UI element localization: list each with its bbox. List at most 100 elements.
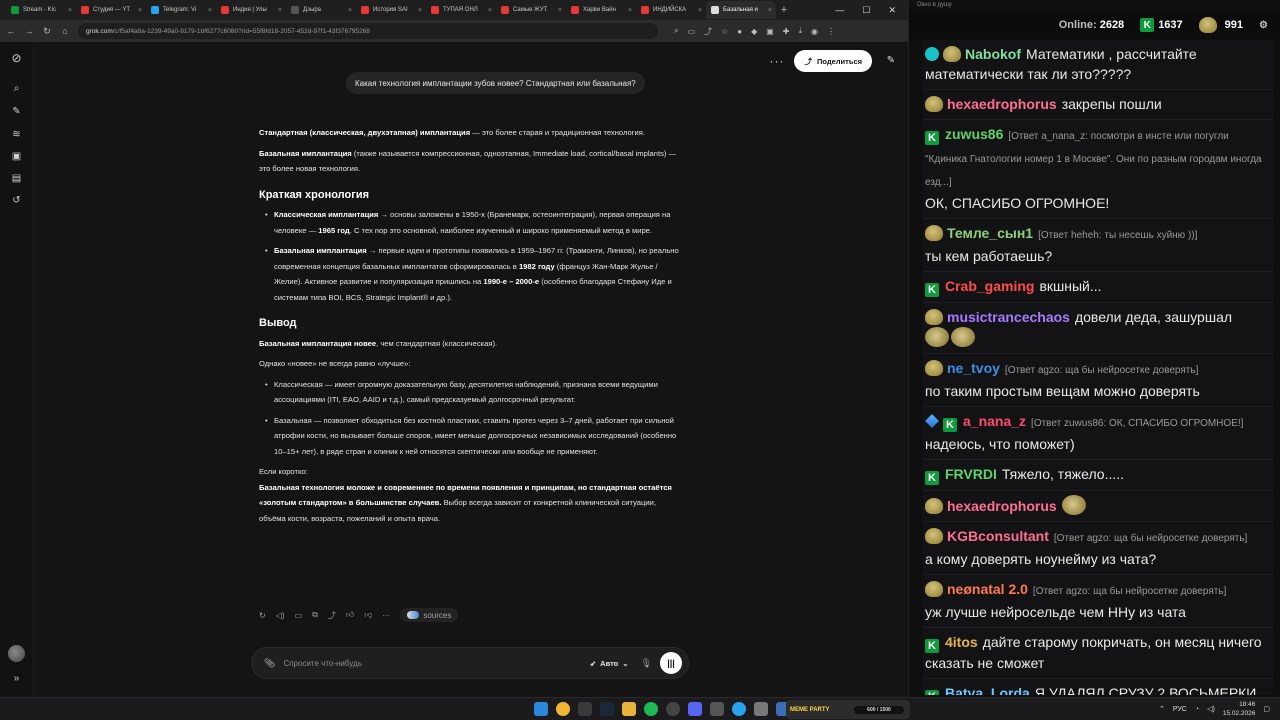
close-tab-icon[interactable]: × bbox=[628, 7, 632, 14]
close-tab-icon[interactable]: × bbox=[138, 7, 142, 14]
wifi-icon[interactable]: ◔ bbox=[1195, 706, 1199, 713]
chat-nick[interactable]: KGBconsultant bbox=[947, 528, 1049, 544]
new-tab-icon[interactable]: + bbox=[776, 4, 792, 16]
chat-nick[interactable]: hexaedrophorus bbox=[947, 498, 1057, 514]
bookmark-star-icon[interactable]: ☆ bbox=[721, 27, 728, 36]
close-tab-icon[interactable]: × bbox=[278, 7, 282, 14]
share-button[interactable]: ⤴ Поделиться bbox=[794, 50, 872, 72]
close-tab-icon[interactable]: × bbox=[698, 7, 702, 14]
close-tab-icon[interactable]: × bbox=[418, 7, 422, 14]
thumbs-up-icon[interactable]: 👍︎ bbox=[346, 610, 354, 620]
reload-icon[interactable]: ↻ bbox=[42, 26, 52, 37]
minimize-icon[interactable]: — bbox=[835, 5, 844, 16]
cast-icon[interactable]: ▭ bbox=[687, 27, 695, 36]
search-icon[interactable]: ⌕ bbox=[10, 82, 23, 95]
imagine-icon[interactable]: ▣ bbox=[10, 150, 23, 163]
more-options-icon[interactable]: ··· bbox=[769, 54, 784, 68]
chat-nick[interactable]: ne_tvoy bbox=[947, 360, 1000, 376]
browser-tab[interactable]: Студия — YT × bbox=[76, 1, 146, 19]
new-chat-icon[interactable]: ✎ bbox=[882, 52, 900, 70]
mode-selector[interactable]: ➶ Авто ⌄ bbox=[590, 659, 629, 668]
obs-icon[interactable] bbox=[666, 702, 680, 716]
download-icon[interactable]: ⤓ bbox=[798, 26, 802, 36]
regenerate-icon[interactable]: ↻ bbox=[259, 611, 266, 620]
sources-button[interactable]: sources bbox=[400, 608, 459, 622]
chat-nick[interactable]: Crab_gaming bbox=[945, 278, 1034, 294]
browser-tab[interactable]: История SAI × bbox=[356, 1, 426, 19]
chat-nick[interactable]: musictrancechaos bbox=[947, 309, 1070, 325]
notifications-icon[interactable]: ▢ bbox=[1263, 705, 1270, 713]
puzzle-icon[interactable]: ✚ bbox=[783, 27, 790, 36]
tray-chevron-icon[interactable]: ⌃ bbox=[1159, 705, 1165, 713]
extension-icon[interactable]: ◆ bbox=[751, 27, 757, 36]
chat-nick[interactable]: zuwus86 bbox=[945, 126, 1003, 142]
telegram-icon[interactable] bbox=[732, 702, 746, 716]
browser-tab[interactable]: Telegram: Vi × bbox=[146, 1, 216, 19]
projects-icon[interactable]: ▤ bbox=[10, 172, 23, 185]
menu-icon[interactable]: ⋮ bbox=[827, 27, 835, 36]
steam-icon[interactable] bbox=[600, 702, 614, 716]
app-icon[interactable] bbox=[578, 702, 592, 716]
chat-nick[interactable]: neønatal 2.0 bbox=[947, 581, 1028, 597]
expand-sidebar-icon[interactable]: » bbox=[10, 672, 23, 685]
close-tab-icon[interactable]: × bbox=[768, 7, 772, 14]
comment-icon[interactable]: ▭ bbox=[295, 611, 303, 620]
clock[interactable]: 18:46 15.02.2026 bbox=[1223, 700, 1256, 718]
close-window-icon[interactable]: ✕ bbox=[888, 5, 896, 16]
history-icon[interactable]: ↺ bbox=[10, 194, 23, 207]
chat-nick[interactable]: hexaedrophorus bbox=[947, 96, 1057, 112]
browser-tab[interactable]: ТУПАЯ ОНЛ × bbox=[426, 1, 496, 19]
forward-icon[interactable]: → bbox=[24, 26, 34, 36]
share-icon[interactable]: ⤴ bbox=[328, 610, 336, 621]
spotify-icon[interactable] bbox=[644, 702, 658, 716]
prompt-input[interactable] bbox=[283, 658, 590, 668]
browser-tab[interactable]: Самые ЖУТ × bbox=[496, 1, 566, 19]
settings-icon[interactable]: ⚙ bbox=[1259, 20, 1268, 31]
voice-wave-icon[interactable]: ≋ bbox=[10, 128, 23, 141]
home-icon[interactable]: ⌂ bbox=[60, 26, 70, 36]
browser-tab[interactable]: ИНДИЙСКА × bbox=[636, 1, 706, 19]
close-tab-icon[interactable]: × bbox=[208, 7, 212, 14]
meme-party-widget[interactable]: MEME PARTY 600 / 1500 bbox=[786, 700, 910, 719]
windows-start-icon[interactable] bbox=[534, 702, 548, 716]
microphone-icon[interactable]: 🎙︎ bbox=[641, 658, 652, 669]
app-icon[interactable] bbox=[710, 702, 724, 716]
copy-icon[interactable]: ⧉ bbox=[312, 610, 318, 620]
chat-nick[interactable]: 4itos bbox=[945, 634, 978, 650]
new-chat-icon[interactable]: ✎ bbox=[10, 105, 23, 118]
browser-tab[interactable]: Дзыра × bbox=[286, 1, 356, 19]
browser-tab[interactable]: Харви Вайн × bbox=[566, 1, 636, 19]
discord-icon[interactable] bbox=[688, 702, 702, 716]
language-indicator[interactable]: РУС bbox=[1173, 706, 1187, 713]
chrome-icon[interactable] bbox=[556, 702, 570, 716]
close-tab-icon[interactable]: × bbox=[68, 7, 72, 14]
browser-tab-active[interactable]: Базальная и × bbox=[706, 1, 776, 19]
search-icon[interactable]: ⌕ bbox=[674, 26, 678, 36]
share-page-icon[interactable]: ⤴ bbox=[704, 26, 712, 37]
url-field[interactable]: grok.com/c/f5af4a8a-1239-49a0-9179-1bf62… bbox=[78, 23, 658, 39]
browser-tab[interactable]: Индия | Улы × bbox=[216, 1, 286, 19]
chat-nick[interactable]: a_nana_z bbox=[963, 413, 1026, 429]
chat-nick[interactable]: Nabokof bbox=[965, 46, 1021, 62]
thumbs-down-icon[interactable]: 👎︎ bbox=[364, 610, 372, 620]
chat-nick[interactable]: Темле_сын1 bbox=[947, 225, 1033, 241]
close-tab-icon[interactable]: × bbox=[488, 7, 492, 14]
voice-mode-button[interactable]: ||| bbox=[660, 652, 682, 674]
maximize-icon[interactable]: ☐ bbox=[862, 5, 870, 16]
chat-nick[interactable]: FRVRDI bbox=[945, 466, 997, 482]
close-tab-icon[interactable]: × bbox=[348, 7, 352, 14]
close-tab-icon[interactable]: × bbox=[558, 7, 562, 14]
back-icon[interactable]: ← bbox=[6, 26, 16, 36]
folder-icon[interactable] bbox=[622, 702, 636, 716]
avatar[interactable] bbox=[8, 645, 25, 662]
app-icon[interactable] bbox=[754, 702, 768, 716]
profile-icon[interactable]: ◉ bbox=[811, 27, 818, 36]
extension-icon[interactable]: ● bbox=[737, 27, 742, 36]
attach-icon[interactable]: 📎︎ bbox=[264, 658, 275, 669]
grok-logo-icon[interactable]: ⊘ bbox=[10, 52, 23, 65]
volume-icon[interactable]: ◁) bbox=[1207, 705, 1215, 713]
extension-icon[interactable]: ▣ bbox=[766, 27, 774, 36]
read-aloud-icon[interactable]: ◁) bbox=[276, 611, 285, 620]
chat-nick[interactable]: Batya_Lorda bbox=[945, 685, 1030, 695]
browser-tab[interactable]: Stream - Kic × bbox=[6, 1, 76, 19]
